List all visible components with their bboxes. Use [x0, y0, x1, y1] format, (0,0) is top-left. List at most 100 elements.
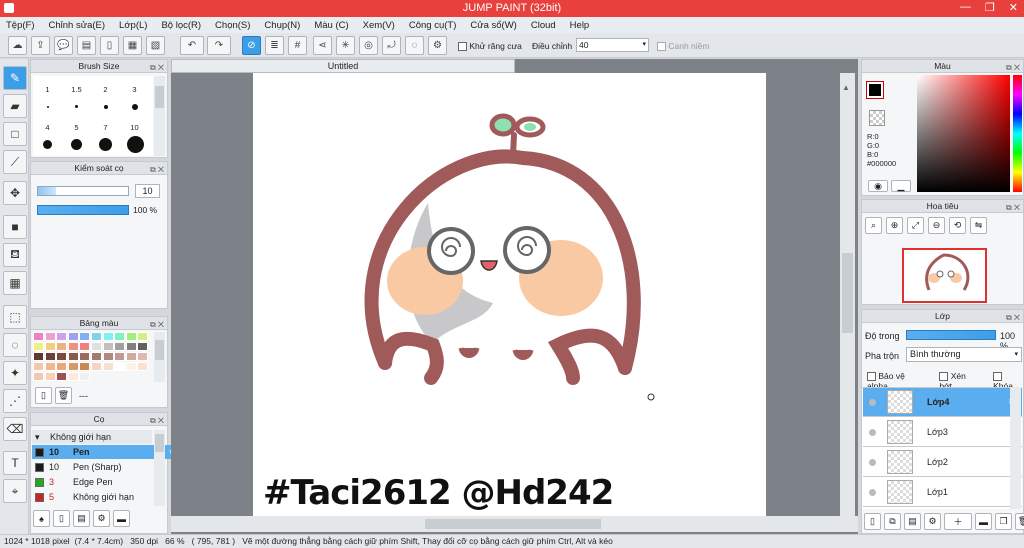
parallel-lines-icon[interactable]: ≣	[265, 36, 284, 55]
brush-size-option[interactable]: 10	[120, 123, 149, 132]
rotate-icon[interactable]: ⟲	[949, 217, 966, 234]
minimize-button[interactable]: —	[960, 1, 971, 14]
menu-file[interactable]: Tệp(F)	[6, 20, 35, 31]
eye-icon[interactable]	[869, 429, 876, 436]
curve-icon[interactable]: ⤾	[382, 36, 401, 55]
brush-dot[interactable]	[99, 138, 112, 151]
move-tool-icon[interactable]: ✥	[3, 181, 27, 205]
panel-controls-icon[interactable]: ⧉ ✕	[1006, 61, 1020, 74]
bucket-tool-icon[interactable]: ⛾	[3, 243, 27, 267]
brush-settings-icon[interactable]: ⚙	[93, 510, 110, 527]
scrollbar[interactable]	[154, 76, 165, 156]
close-button[interactable]: ✕	[1009, 1, 1018, 14]
menu-capture[interactable]: Chụp(N)	[264, 20, 300, 31]
eraser-tool-icon[interactable]: ▰	[3, 94, 27, 118]
panel-icon[interactable]: ▦	[123, 36, 142, 55]
brush-dot[interactable]	[104, 105, 108, 109]
palette-swatch[interactable]	[56, 372, 68, 381]
palette-swatch[interactable]	[33, 332, 44, 341]
brush-size-value[interactable]: 10	[135, 184, 160, 198]
vertical-scrollbar[interactable]: ▲	[840, 73, 855, 516]
palette-swatch[interactable]	[125, 332, 137, 341]
palette-swatch[interactable]	[56, 362, 68, 371]
layer-item[interactable]: Lớp4 ✹	[863, 388, 1022, 417]
antialias-checkbox[interactable]	[458, 42, 467, 52]
menu-tools[interactable]: Công cụ(T)	[409, 20, 457, 31]
drawing-canvas[interactable]: #Taci2612 @Hd242	[253, 73, 766, 516]
folder-icon[interactable]: ▬	[113, 510, 130, 527]
delete-layer-icon[interactable]: 🗑	[1015, 513, 1024, 530]
folder-icon[interactable]: ▬	[975, 513, 992, 530]
palette-swatch[interactable]	[44, 352, 56, 361]
brush-size-option[interactable]: 2	[91, 85, 120, 94]
panel-controls-icon[interactable]: ⧉ ✕	[1006, 311, 1020, 324]
scroll-up-icon[interactable]: ▲	[842, 83, 853, 93]
eye-icon[interactable]	[869, 459, 876, 466]
palette-swatch[interactable]	[114, 352, 126, 361]
new-layer-icon[interactable]: ▯	[864, 513, 881, 530]
export-icon[interactable]: ⇪	[31, 36, 50, 55]
opacity-slider[interactable]	[37, 205, 129, 215]
protect-alpha-checkbox[interactable]	[867, 372, 876, 382]
menu-edit[interactable]: Chỉnh sửa(E)	[49, 20, 106, 31]
page-icon[interactable]: ▯	[100, 36, 119, 55]
brush-preset-icon[interactable]: ♠	[33, 510, 50, 527]
scrollbar[interactable]	[154, 332, 165, 382]
layer-menu-icon[interactable]: ▤	[904, 513, 921, 530]
palette-swatch[interactable]	[33, 342, 44, 351]
palette-swatch[interactable]	[67, 372, 79, 381]
brush-dot[interactable]	[71, 139, 82, 150]
grid-snap-icon[interactable]: #	[288, 36, 307, 55]
palette-swatch[interactable]	[67, 362, 79, 371]
palette-swatch[interactable]	[79, 352, 91, 361]
layer-copy-icon[interactable]: ⧉	[884, 513, 901, 530]
line-tool-icon[interactable]: ⟋	[3, 150, 27, 174]
vanishing-point-icon[interactable]: ⋖	[313, 36, 332, 55]
color-wheel-icon[interactable]: ◉	[868, 180, 888, 192]
palette-swatch[interactable]	[79, 372, 91, 381]
duplicate-layer-icon[interactable]: ❐	[995, 513, 1012, 530]
brush-menu-icon[interactable]: ▤	[73, 510, 90, 527]
palette-swatch[interactable]	[56, 352, 68, 361]
zoom-actual-icon[interactable]: ⤢	[907, 217, 924, 234]
palette-swatch[interactable]	[137, 362, 149, 371]
select-eraser-icon[interactable]: ⌫	[3, 417, 27, 441]
palette-swatch[interactable]	[125, 342, 137, 351]
scrollbar[interactable]	[154, 430, 165, 506]
panel-controls-icon[interactable]: ⧉ ✕	[1006, 201, 1020, 214]
color-reset-icon[interactable]: ▁	[891, 180, 911, 192]
palette-swatch[interactable]	[44, 372, 56, 381]
ellipse-snap-icon[interactable]: ◌	[405, 36, 424, 55]
palette-swatch[interactable]	[91, 342, 102, 351]
chat-icon[interactable]: ▤	[77, 36, 96, 55]
menu-window[interactable]: Cửa sổ(W)	[470, 20, 516, 31]
palette-swatch[interactable]	[102, 352, 114, 361]
lock-checkbox[interactable]	[993, 372, 1003, 382]
brush-size-option[interactable]: 4	[33, 123, 62, 132]
new-swatch-icon[interactable]: ▯	[35, 387, 52, 404]
palette-swatch[interactable]	[114, 332, 126, 341]
palette-swatch[interactable]	[102, 342, 114, 351]
layer-settings-icon[interactable]: ⚙	[924, 513, 941, 530]
panel-controls-icon[interactable]: ⧉ ✕	[150, 163, 164, 176]
brush-size-slider[interactable]	[37, 186, 129, 196]
menu-filter[interactable]: Bộ lọc(R)	[161, 20, 201, 31]
brush-size-option[interactable]: 5	[62, 123, 91, 132]
panel-controls-icon[interactable]: ⧉ ✕	[150, 318, 164, 331]
brush-size-option[interactable]: 1.5	[62, 85, 91, 94]
comment-icon[interactable]: 💬	[54, 36, 73, 55]
brush-size-option[interactable]: 3	[120, 85, 149, 94]
blend-mode-dropdown[interactable]: Bình thường ▾	[906, 347, 1022, 362]
zoom-out-icon[interactable]: ⊖	[928, 217, 945, 234]
brush-size-option[interactable]: 1	[33, 85, 62, 94]
hue-slider[interactable]	[1013, 75, 1022, 192]
brush-dot[interactable]	[47, 106, 49, 108]
palette-swatch[interactable]	[125, 352, 137, 361]
palette-swatch[interactable]	[79, 332, 91, 341]
palette-swatch[interactable]	[114, 342, 126, 351]
palette-swatch[interactable]	[67, 352, 79, 361]
palette-swatch[interactable]	[44, 342, 56, 351]
document-tab[interactable]: Untitled	[171, 59, 515, 73]
scrollbar[interactable]	[1010, 387, 1021, 509]
palette-swatch[interactable]	[79, 362, 91, 371]
